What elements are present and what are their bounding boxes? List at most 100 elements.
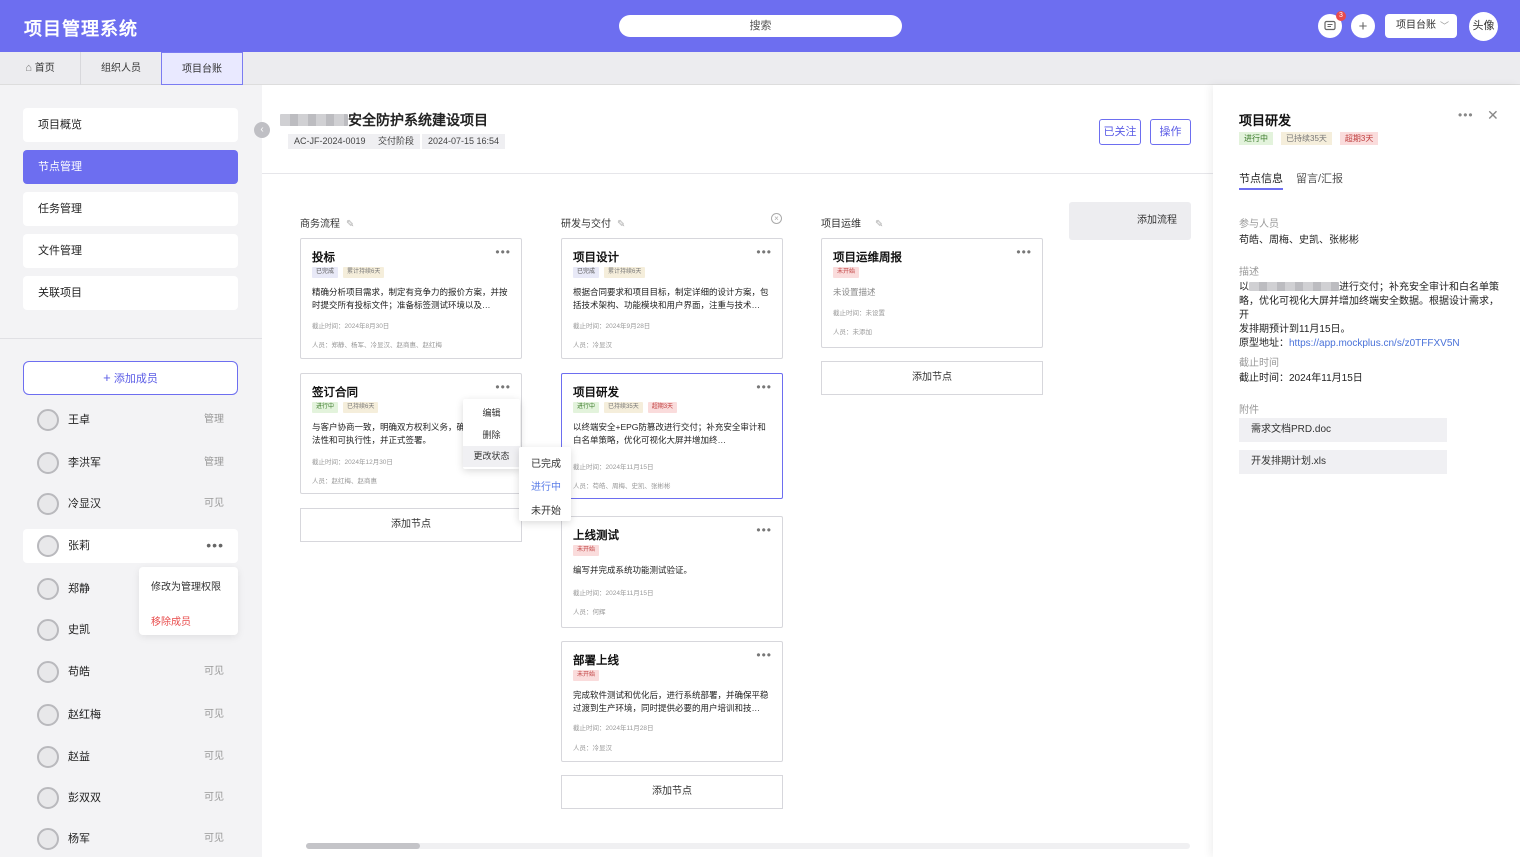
overdue-badge: 超期3天	[647, 402, 678, 413]
attachment-file[interactable]: 需求文档PRD.doc	[1239, 418, 1447, 442]
edit-icon[interactable]: ✎	[346, 219, 354, 230]
more-icon[interactable]: •••	[756, 245, 772, 259]
add-node-button[interactable]: 添加节点	[821, 361, 1043, 395]
tab-ledger[interactable]: 项目台账	[161, 52, 243, 85]
duration-badge: 已持续35天	[1281, 132, 1332, 145]
column-title-business: 商务流程 ✎	[300, 219, 355, 230]
card-deadline: 截止时间：2024年11月28日	[573, 725, 654, 732]
ledger-select[interactable]: 项目台账 ﹀	[1385, 14, 1457, 38]
prototype-link[interactable]: https://app.mockplus.cn/s/z0TFFXV5N	[1289, 338, 1460, 349]
follow-button[interactable]: 已关注	[1099, 119, 1141, 145]
node-card-selected[interactable]: 项目研发 ••• 进行中 已持续35天 超期3天 以终端安全+EPG防篡改进行交付；…	[561, 373, 783, 499]
edit-icon[interactable]: ✎	[875, 219, 883, 230]
tab-messages[interactable]: 留言/汇报	[1296, 170, 1343, 186]
edit-option[interactable]: 编辑	[463, 403, 520, 424]
add-flow-button[interactable]: 添加流程	[1069, 202, 1191, 240]
edit-icon[interactable]: ✎	[617, 219, 625, 230]
scrollbar-thumb[interactable]	[306, 843, 420, 849]
status-done-option[interactable]: 已完成	[531, 455, 561, 470]
more-icon[interactable]: •••	[206, 529, 224, 561]
member-item[interactable]: 李洪军 管理	[23, 446, 238, 480]
tab-org[interactable]: 组织人员	[81, 52, 162, 85]
card-deadline: 截止时间：未设置	[833, 310, 885, 317]
card-people: 人员：赵红梅、赵商惠	[312, 478, 377, 485]
card-deadline: 截止时间：2024年11月15日	[573, 590, 654, 597]
more-icon[interactable]: •••	[495, 245, 511, 259]
plus-icon: +	[103, 370, 111, 385]
project-code: AC-JF-2024-0019	[288, 134, 372, 149]
horizontal-scrollbar[interactable]	[306, 843, 1190, 849]
node-card[interactable]: 投标 ••• 已完成 累计持续6天 精确分析项目需求，制定有竞争力的报价方案，并按…	[300, 238, 522, 359]
member-item[interactable]: 彭双双 可见	[23, 781, 238, 815]
make-admin-option[interactable]: 修改为管理权限	[151, 578, 221, 593]
sidebar-divider	[0, 338, 262, 339]
card-context-menu: 编辑 删除 更改状态	[463, 399, 520, 469]
member-avatar	[37, 452, 59, 474]
member-avatar	[37, 619, 59, 641]
more-icon[interactable]: •••	[756, 380, 772, 394]
card-deadline: 截止时间：2024年11月15日	[573, 464, 654, 471]
member-avatar	[37, 578, 59, 600]
add-member-button[interactable]: + 添加成员	[23, 361, 238, 395]
add-node-button[interactable]: 添加节点	[300, 508, 522, 542]
detail-title: 项目研发	[1239, 113, 1292, 128]
card-deadline: 截止时间：2024年12月30日	[312, 459, 393, 466]
nav-related[interactable]: 关联项目	[23, 276, 238, 310]
chevron-down-icon: ﹀	[1439, 21, 1449, 31]
participants-value: 苟皓、周梅、史凯、张彬彬	[1239, 235, 1359, 246]
top-bar: 项目管理系统 搜索 3 + 项目台账 ﹀ 头像	[0, 0, 1520, 52]
add-icon[interactable]: +	[1351, 14, 1375, 38]
avatar[interactable]: 头像	[1469, 12, 1498, 41]
member-item[interactable]: 杨军 可见	[23, 822, 238, 856]
duration-badge: 累计持续6天	[343, 267, 385, 278]
more-icon[interactable]: •••	[756, 523, 772, 537]
remove-member-option[interactable]: 移除成员	[151, 613, 191, 628]
member-avatar	[37, 409, 59, 431]
card-people: 人员：何辉	[573, 609, 606, 616]
member-item[interactable]: 张莉 •••	[23, 529, 238, 563]
change-status-option[interactable]: 更改状态	[463, 446, 520, 467]
more-icon[interactable]: •••	[756, 648, 772, 662]
member-item[interactable]: 赵益 可见	[23, 740, 238, 774]
delete-option[interactable]: 删除	[463, 425, 520, 446]
status-badge: 进行中	[1239, 132, 1273, 145]
member-item[interactable]: 冷显汉 可见	[23, 487, 238, 521]
status-todo-option[interactable]: 未开始	[531, 502, 561, 517]
close-icon[interactable]: ×	[771, 213, 782, 224]
member-item[interactable]: 王卓 管理	[23, 403, 238, 437]
status-doing-option[interactable]: 进行中	[531, 478, 561, 493]
status-badge: 进行中	[312, 402, 339, 413]
member-item[interactable]: 赵红梅 可见	[23, 698, 238, 732]
card-people: 人员：未添加	[833, 329, 872, 336]
more-icon[interactable]: •••	[1016, 245, 1032, 259]
member-avatar	[37, 787, 59, 809]
node-card[interactable]: 项目设计 ••• 已完成 累计持续6天 根据合同要求和项目目标，制定详细的设计方案…	[561, 238, 783, 359]
notification-badge: 3	[1336, 11, 1346, 21]
card-people: 人员：苟皓、周梅、史凯、张彬彬	[573, 483, 671, 490]
duration-badge: 已持续35天	[604, 402, 643, 413]
add-node-button[interactable]: 添加节点	[561, 775, 783, 809]
node-card[interactable]: 项目运维周报 ••• 未开始 未设置描述 截止时间：未设置 人员：未添加	[821, 238, 1043, 348]
active-tab-indicator	[1239, 188, 1283, 190]
nav-nodes[interactable]: 节点管理	[23, 150, 238, 184]
nav-files[interactable]: 文件管理	[23, 234, 238, 268]
close-icon[interactable]: ✕	[1487, 107, 1499, 124]
card-description: 根据合同要求和项目目标，制定详细的设计方案，包括技术架构、功能模块和用户界面，注…	[573, 287, 769, 310]
chevron-left-icon[interactable]: ‹	[254, 122, 270, 138]
redacted-text	[1249, 282, 1339, 291]
tab-node-info[interactable]: 节点信息	[1239, 170, 1283, 186]
more-icon[interactable]: •••	[495, 380, 511, 394]
node-card[interactable]: 部署上线 ••• 未开始 完成软件测试和优化后，进行系统部署，并确保平稳过渡到生…	[561, 641, 783, 762]
member-avatar	[37, 704, 59, 726]
nav-tasks[interactable]: 任务管理	[23, 192, 238, 226]
card-deadline: 截止时间：2024年9月28日	[573, 323, 651, 330]
tab-home[interactable]: ⌂ 首页	[0, 52, 81, 85]
more-icon[interactable]: •••	[1458, 108, 1474, 122]
nav-overview[interactable]: 项目概览	[23, 108, 238, 142]
member-item[interactable]: 苟皓 可见	[23, 655, 238, 689]
card-description: 完成软件测试和优化后，进行系统部署，并确保平稳过渡到生产环境，同时提供必要的用户…	[573, 690, 769, 713]
search-input[interactable]: 搜索	[619, 15, 902, 37]
action-button[interactable]: 操作	[1150, 119, 1191, 145]
attachment-file[interactable]: 开发排期计划.xls	[1239, 450, 1447, 474]
node-card[interactable]: 上线测试 ••• 未开始 编写并完成系统功能测试验证。 截止时间：2024年11…	[561, 516, 783, 628]
